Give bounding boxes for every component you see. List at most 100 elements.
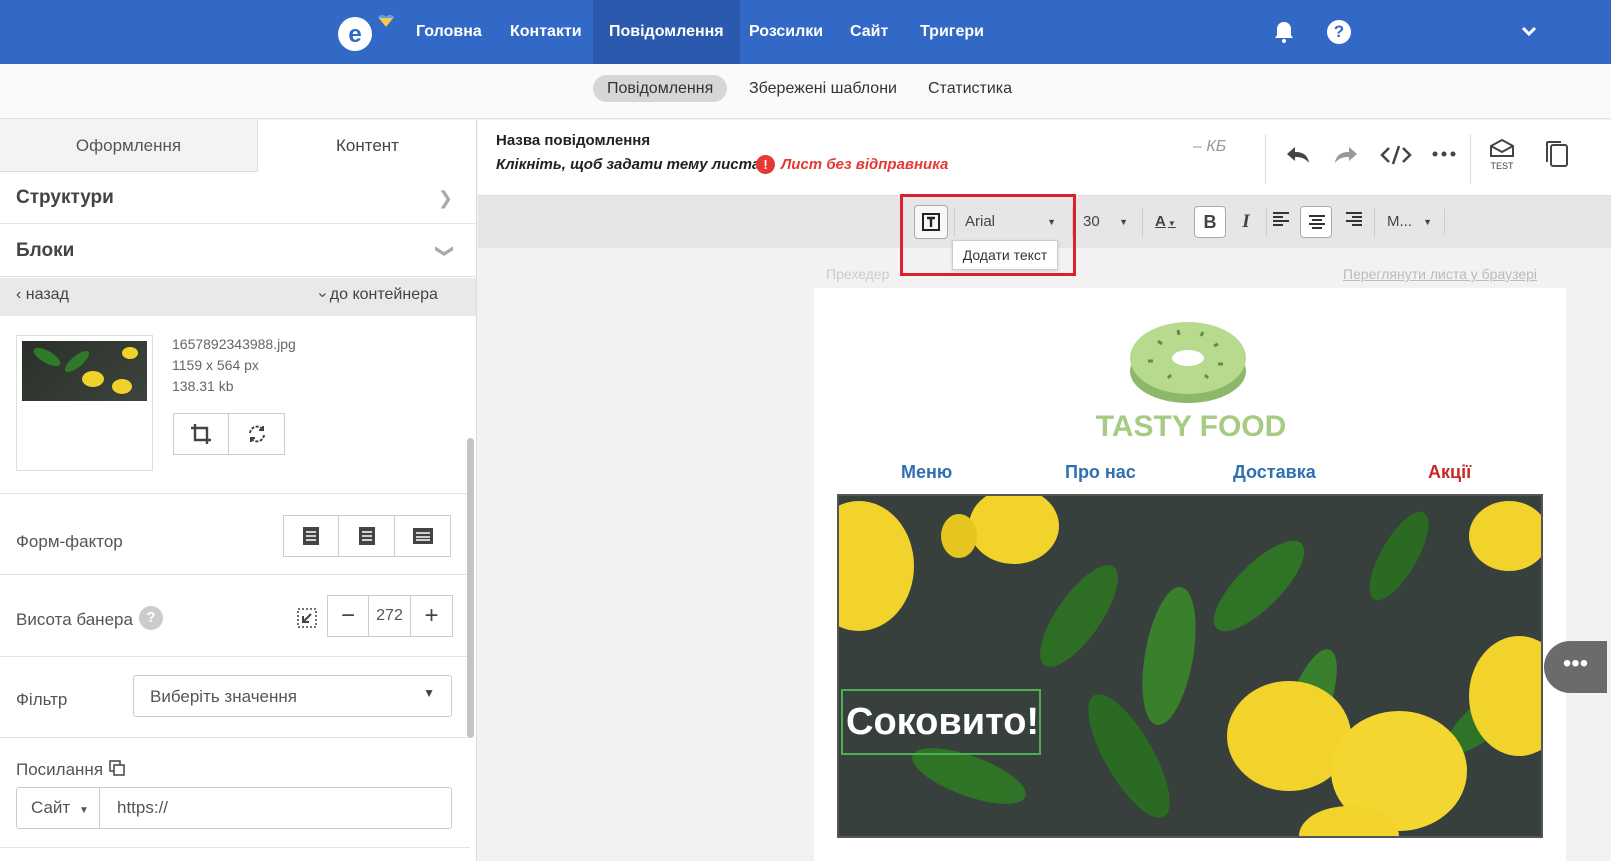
back-link[interactable]: ‹ назад [16,286,69,304]
font-size-select[interactable]: 30 ▼ [1072,207,1132,237]
nav-site[interactable]: Сайт [834,0,904,64]
subject-prompt[interactable]: Клікніть, щоб задати тему листа [496,156,760,173]
nav-contacts[interactable]: Контакти [494,0,598,64]
chevron-down-icon: ❯ [435,243,456,259]
sub-navbar: Повідомлення Збережені шаблони Статистик… [0,64,1611,119]
divider [1265,134,1266,184]
message-header: Назва повідомлення Клікніть, щоб задати … [478,120,1611,196]
redo-icon[interactable] [1333,144,1359,166]
help-icon[interactable]: ? [1327,20,1351,44]
more-options-button[interactable]: ••• [1544,641,1607,693]
form-factor-group [283,515,451,557]
image-filename: 1657892343988.jpg [172,336,296,352]
nav-home[interactable]: Головна [400,0,498,64]
subtab-messages[interactable]: Повідомлення [593,75,728,102]
sender-warning[interactable]: Лист без відправника [781,156,948,173]
email-nav-promotions[interactable]: Акції [1428,462,1471,483]
refresh-icon [248,425,265,443]
align-right-icon [1346,212,1362,226]
to-container-link[interactable]: ‹ до контейнера [314,286,438,304]
font-size-value: 30 [1083,213,1100,230]
settings-panel: Оформлення Контент Структури ❯ Блоки ❯ ‹… [0,120,477,861]
preheader-label[interactable]: Прехедер [826,266,889,282]
donut-logo-icon[interactable] [1128,316,1248,406]
text-color-button[interactable]: A ▼ [1142,207,1186,237]
form-factor-option-1[interactable] [283,515,339,557]
brand-name: TASTY FOOD [1095,410,1287,443]
resize-icon[interactable] [297,608,317,628]
more-format-select[interactable]: М... ▼ [1374,207,1436,237]
image-size: 138.31 kb [172,378,234,394]
align-left-icon [1273,212,1289,226]
view-in-browser-link[interactable]: Переглянути листа у браузері [1343,266,1537,282]
email-nav-about[interactable]: Про нас [1065,462,1136,483]
chevron-up-icon: ‹ [313,292,331,298]
caret-down-icon: ▼ [423,686,435,700]
tab-content[interactable]: Контент [258,120,476,172]
undo-icon[interactable] [1285,144,1311,166]
decrement-button[interactable]: − [327,595,369,637]
link-url-input[interactable]: https:// [117,788,168,828]
banner-text-box[interactable]: Соковито! [841,689,1041,755]
nav-triggers[interactable]: Тригери [904,0,1000,64]
form-factor-label: Форм-фактор [16,532,123,551]
message-size: – КБ [1193,138,1227,155]
email-nav-delivery[interactable]: Доставка [1233,462,1316,483]
italic-button[interactable]: I [1234,207,1258,237]
test-label: TEST [1490,161,1514,171]
chevron-down-icon[interactable] [1520,22,1538,40]
help-icon[interactable]: ? [139,606,163,630]
height-input[interactable]: 272 [369,595,411,637]
bell-icon[interactable] [1272,20,1296,44]
test-send-button[interactable]: TEST [1488,138,1516,171]
align-right-button[interactable] [1342,207,1366,237]
to-container-label: до контейнера [329,286,438,303]
nav-messages[interactable]: Повідомлення [593,0,740,64]
caret-down-icon: ▼ [1119,217,1128,227]
message-title[interactable]: Назва повідомлення [496,132,650,149]
link-type-select[interactable]: Сайт ▼ [17,788,100,828]
nav-campaigns[interactable]: Розсилки [733,0,839,64]
replace-image-button[interactable] [229,413,285,455]
align-center-icon [1309,215,1325,229]
increment-button[interactable]: + [411,595,453,637]
banner-image[interactable] [837,494,1543,838]
back-label: назад [25,286,69,303]
bold-button[interactable]: B [1194,206,1226,238]
section-structures[interactable]: Структури ❯ [0,172,476,224]
filter-select[interactable]: Виберіть значення ▼ [133,675,452,717]
image-thumbnail[interactable] [16,335,153,471]
lemon-thumbnail-image [22,341,147,401]
crop-button[interactable] [173,413,229,455]
mobile-preview-icon[interactable] [1545,140,1569,168]
divider [0,737,470,738]
tab-design[interactable]: Оформлення [0,120,258,172]
image-actions [173,413,285,455]
top-navbar: e Головна Контакти Повідомлення Розсилки… [0,0,1611,64]
copy-icon[interactable] [109,760,125,776]
align-left-button[interactable] [1266,207,1290,237]
document-icon [303,527,319,545]
lemons-image [839,496,1541,836]
form-factor-option-3[interactable] [395,515,451,557]
link-type-value: Сайт [31,798,71,817]
caret-down-icon: ▼ [1423,217,1432,227]
code-icon[interactable] [1380,144,1412,166]
section-structures-label: Структури [16,187,114,208]
subtab-statistics[interactable]: Статистика [914,75,1026,102]
email-nav-menu[interactable]: Меню [901,462,952,483]
align-center-button[interactable] [1300,206,1332,238]
more-icon[interactable] [1432,150,1456,158]
document-icon [412,528,433,544]
logo-icon[interactable]: e [336,12,396,54]
section-blocks[interactable]: Блоки ❯ [0,225,476,277]
scrollbar[interactable] [467,438,474,738]
divider [0,574,470,575]
crop-icon [191,424,211,444]
filter-select-value: Виберіть значення [150,687,297,706]
caret-down-icon: ▼ [1167,219,1176,228]
form-factor-option-2[interactable] [339,515,395,557]
subtab-saved-templates[interactable]: Збережені шаблони [735,75,911,102]
divider [1444,209,1445,235]
back-row: ‹ назад ‹ до контейнера [0,278,476,316]
